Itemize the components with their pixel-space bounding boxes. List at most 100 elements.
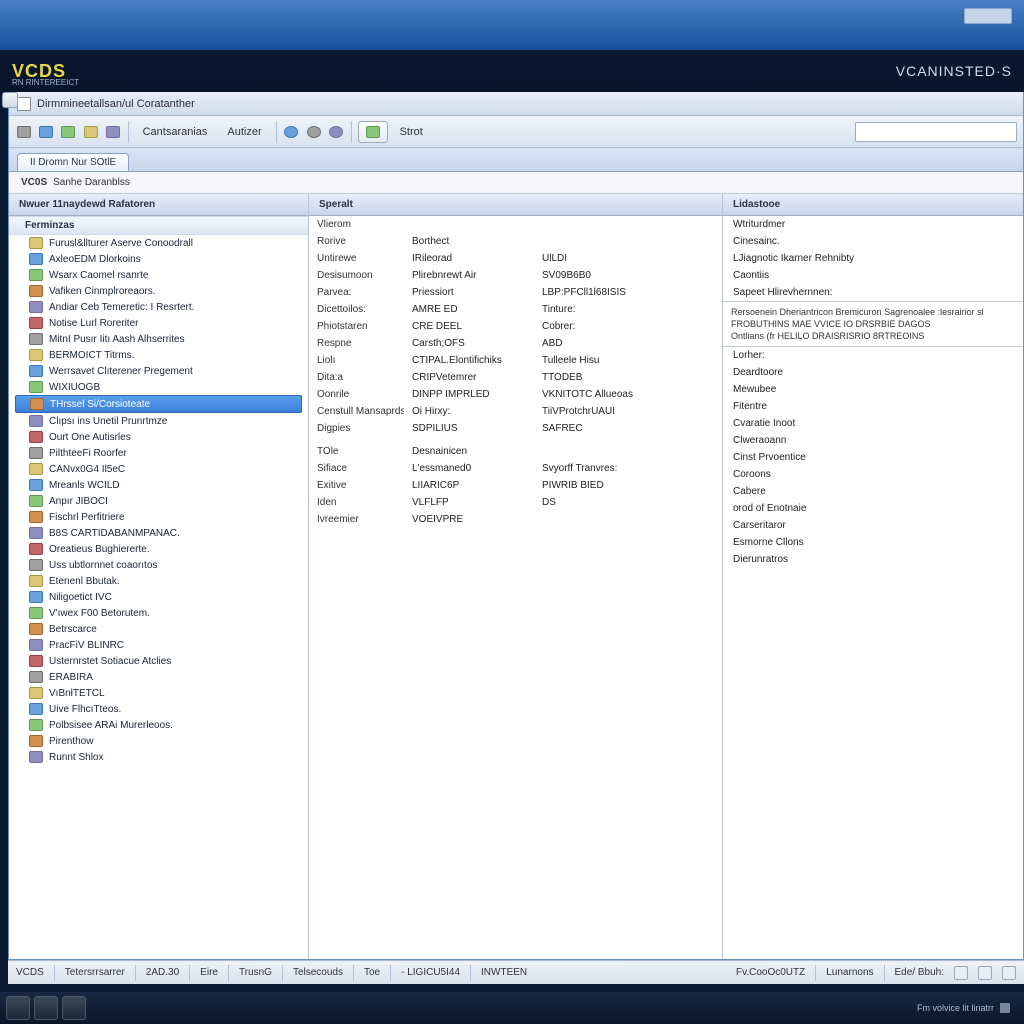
tree-item[interactable]: PilthteeFi Roorfer <box>9 445 308 461</box>
tree-item[interactable]: VıBnłTETCL <box>9 685 308 701</box>
tree-item-label: VıBnłTETCL <box>49 688 105 699</box>
tree-item[interactable]: Vafiken Cinmplroreaors. <box>9 283 308 299</box>
item-icon <box>29 623 43 635</box>
tree-item[interactable]: Andiar Ceb Temeretic: I Resrtert. <box>9 299 308 315</box>
tree-item[interactable]: MitnI Pusır Iitı Aash Alhserrites <box>9 331 308 347</box>
tab-active[interactable]: II Dromn Nur SOtlE <box>17 153 129 171</box>
toolbar-globe-icon[interactable] <box>282 121 300 143</box>
dock-button[interactable] <box>2 92 18 108</box>
toolbar-btn-2[interactable] <box>37 121 55 143</box>
tree-item[interactable]: Pirenthow <box>9 733 308 749</box>
tree-item[interactable]: THrssel Si/Corsioteate <box>15 395 302 413</box>
subheader-left: VC0S <box>21 177 47 188</box>
tree-item-label: Uive FlhcıTteos. <box>49 704 121 715</box>
list-item: Sapeet Hlirevhernnen: <box>723 284 1023 301</box>
status-button[interactable] <box>1002 966 1016 980</box>
prop-key: Liolı <box>309 352 404 369</box>
tree-item[interactable]: Furusl&llturer Aserve Conoodrall <box>9 235 308 251</box>
left-dock <box>2 92 20 112</box>
prop-value <box>534 511 722 528</box>
list-item: Coroons <box>723 466 1023 483</box>
tray-icon[interactable] <box>1000 1003 1010 1013</box>
tree-item-label: Notise Lurl Roreriter <box>49 318 138 329</box>
item-icon <box>29 719 43 731</box>
status-button[interactable] <box>978 966 992 980</box>
tree-item[interactable]: V'ıwex F00 Betorutem. <box>9 605 308 621</box>
tree-item[interactable]: B8S CARTIDABANMPANAC. <box>9 525 308 541</box>
item-icon <box>29 253 43 265</box>
item-icon <box>30 398 44 410</box>
tree-item[interactable]: BERMOICT Titrms. <box>9 347 308 363</box>
status-button[interactable] <box>954 966 968 980</box>
tree-item[interactable]: WIXIUOGB <box>9 379 308 395</box>
tree-list[interactable]: Furusl&llturer Aserve Conoodrall AxleoEDM… <box>9 235 308 959</box>
status-item: Tetersrrsarrer <box>65 967 125 978</box>
left-pane-header: Nwuer 11naydewd Rafatoren <box>9 194 308 216</box>
item-icon <box>29 671 43 683</box>
tree-item[interactable]: PracFiV BLINRC <box>9 637 308 653</box>
toolbar-btn-5[interactable] <box>104 121 122 143</box>
prop-value: LIIARIC6P <box>404 477 534 494</box>
status-item: Ede/ Bbuh: <box>895 967 944 978</box>
toolbar-btn-4[interactable] <box>82 121 100 143</box>
tree-item[interactable]: ERABIRA <box>9 669 308 685</box>
tree-item[interactable]: Polbsisee ARAi Murerleoos. <box>9 717 308 733</box>
status-item: Toe <box>364 967 380 978</box>
tree-item[interactable]: Mreanls WCILD <box>9 477 308 493</box>
tree-item-label: Runnt Shlox <box>49 752 103 763</box>
tree-item[interactable]: Runnt Shlox <box>9 749 308 765</box>
task-button-1[interactable] <box>6 996 30 1020</box>
tree-item[interactable]: Notise Lurl Roreriter <box>9 315 308 331</box>
tree-item[interactable]: Wsarx Caomel rsanrte <box>9 267 308 283</box>
toolbar-btn-1[interactable] <box>15 121 33 143</box>
task-button-3[interactable] <box>62 996 86 1020</box>
toolbar-auth-button[interactable]: Autizer <box>219 126 269 138</box>
list-item: Fitentre <box>723 398 1023 415</box>
tree-item[interactable]: Anpır JIBOCI <box>9 493 308 509</box>
list-item: Cvaratie Inoot <box>723 415 1023 432</box>
tree-item-label: Mreanls WCILD <box>49 480 120 491</box>
prop-value: VLFLFP <box>404 494 534 511</box>
search-input[interactable] <box>855 122 1017 142</box>
toolbar-start-label: Strot <box>392 126 431 138</box>
status-item: Eire <box>200 967 218 978</box>
property-grid: VlieromRoriveBorthectUntireweIRileoradUl… <box>309 216 722 528</box>
tree-item-label: Vafiken Cinmplroreaors. <box>49 286 156 297</box>
tree-item[interactable]: Clıpsı ins Unetil Prunrtmze <box>9 413 308 429</box>
tree-item[interactable]: AxleoEDM Dlorkoins <box>9 251 308 267</box>
prop-value: UlLDI <box>534 250 722 267</box>
tree-item-label: Usternrstet Sotiacue Atclies <box>49 656 171 667</box>
tree-item[interactable]: Usternrstet Sotiacue Atclies <box>9 653 308 669</box>
prop-key: Phiotstaren <box>309 318 404 335</box>
toolbar-config-button[interactable]: Cantsaranias <box>135 126 216 138</box>
tree-item-label: B8S CARTIDABANMPANAC. <box>49 528 180 539</box>
tree-item-label: THrssel Si/Corsioteate <box>50 399 150 410</box>
tree-item[interactable]: Niligoetict IVC <box>9 589 308 605</box>
toolbar-start-button[interactable] <box>358 121 388 143</box>
prop-key: Censtull Mansaprds <box>309 403 404 420</box>
item-icon <box>29 591 43 603</box>
tree-item[interactable]: Fischrl Perfitriere <box>9 509 308 525</box>
tree-item-label: Wsarx Caomel rsanrte <box>49 270 148 281</box>
prop-value <box>534 216 722 233</box>
subheader-right: Sanhe Daranblss <box>53 177 130 188</box>
prop-value: Tinture: <box>534 301 722 318</box>
tree-item[interactable]: Etenenl Bbutak. <box>9 573 308 589</box>
item-icon <box>29 237 43 249</box>
tree-item[interactable]: Werrsavet Clıterener Pregement <box>9 363 308 379</box>
item-icon <box>29 575 43 587</box>
tree-item[interactable]: CANvx0G4 Il5eC <box>9 461 308 477</box>
toolbar-disc-icon[interactable] <box>305 121 323 143</box>
tree-item[interactable]: Uive FlhcıTteos. <box>9 701 308 717</box>
toolbar-help-icon[interactable] <box>327 121 345 143</box>
tree-item[interactable]: Ourt One Autisrles <box>9 429 308 445</box>
tree-item[interactable]: Betrscarce <box>9 621 308 637</box>
prop-value: ABD <box>534 335 722 352</box>
toolbar-btn-3[interactable] <box>59 121 77 143</box>
desc-line: Ontlians (fr HELILO DRAISRISRIO 8RTREOIN… <box>731 330 1015 342</box>
tree-item[interactable]: Oreatieus Bughiererte. <box>9 541 308 557</box>
list-item: Lorher: <box>723 347 1023 364</box>
task-button-2[interactable] <box>34 996 58 1020</box>
tree-item[interactable]: Uss ubtlornnet coaorıtos <box>9 557 308 573</box>
tree-item-label: AxleoEDM Dlorkoins <box>49 254 141 265</box>
